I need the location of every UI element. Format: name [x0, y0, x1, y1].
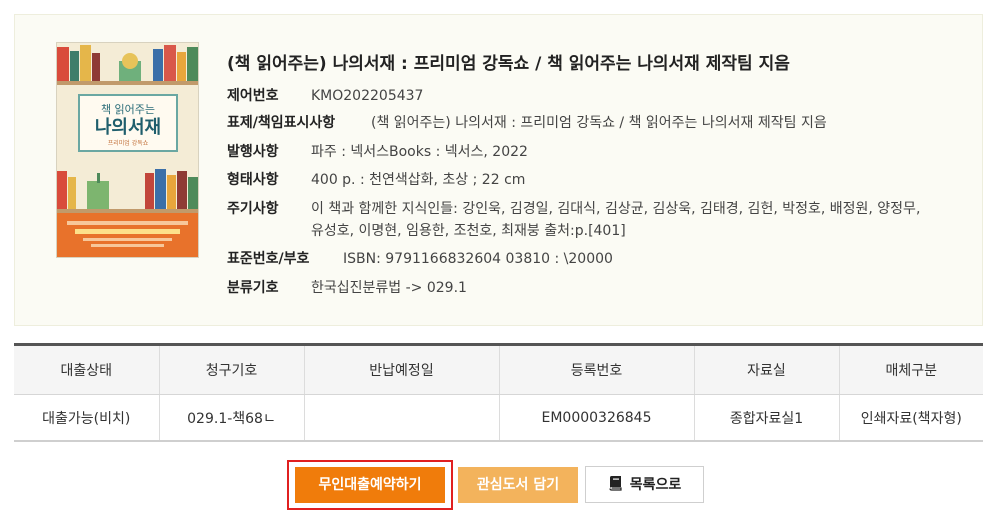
- field-label: 표준번호/부호: [227, 251, 310, 267]
- column-header-registration-number: 등록번호: [498, 343, 694, 395]
- cell-location: 종합자료실1: [693, 394, 839, 442]
- add-to-interest-list-button[interactable]: 관심도서 담기: [458, 467, 578, 503]
- unmanned-loan-reservation-button[interactable]: 무인대출예약하기: [295, 467, 445, 503]
- cell-registration-number: EM0000326845: [498, 394, 694, 442]
- field-physical-description: 형태사항 400 p. : 천연색삽화, 초상 ; 22 cm: [227, 169, 525, 191]
- action-buttons: 무인대출예약하기 관심도서 담기 목록으로: [0, 458, 997, 518]
- field-label: 주기사항: [227, 201, 279, 217]
- field-value: 한국십진분류법 -> 029.1: [311, 280, 467, 296]
- field-value: 이 책과 함께한 지식인들: 강인욱, 김경일, 김대식, 김상균, 김상욱, …: [311, 201, 921, 239]
- cell-media-type: 인쇄자료(책자형): [838, 394, 983, 442]
- book-cover-image: 책 읽어주는 나의서재 프리미엄 강독쇼: [56, 42, 199, 258]
- field-standard-number: 표준번호/부호 ISBN: 9791166832604 03810 : \2000…: [227, 248, 613, 270]
- field-title-statement: 표제/책임표시사항 (책 읽어주는) 나의서재 : 프리미엄 강독쇼 / 책 읽어…: [227, 112, 827, 134]
- field-value: ISBN: 9791166832604 03810 : \20000: [343, 251, 613, 267]
- field-value: KMO202205437: [311, 88, 424, 104]
- holdings-table: 대출상태 청구기호 반납예정일 등록번호 자료실 매체구분 대출가능(비치) 0…: [14, 343, 983, 442]
- field-label: 발행사항: [227, 144, 279, 160]
- cover-subtitle: 프리미엄 강독쇼: [108, 139, 149, 147]
- column-header-call-number: 청구기호: [158, 343, 304, 395]
- field-publication: 발행사항 파주 : 넥서스Books : 넥서스, 2022: [227, 141, 528, 163]
- field-control-number: 제어번호 KMO202205437: [227, 85, 423, 107]
- field-value: (책 읽어주는) 나의서재 : 프리미엄 강독쇼 / 책 읽어주는 나의서재 제…: [371, 115, 827, 131]
- column-header-location: 자료실: [693, 343, 839, 395]
- back-to-list-button[interactable]: 목록으로: [585, 466, 704, 503]
- column-header-due-date: 반납예정일: [303, 343, 499, 395]
- field-label: 분류기호: [227, 280, 279, 296]
- field-label: 형태사항: [227, 172, 279, 188]
- book-icon: [608, 469, 624, 505]
- cover-title-big: 나의서재: [95, 117, 161, 138]
- column-header-loan-status: 대출상태: [14, 343, 159, 395]
- cell-call-number: 029.1-책68ㄴ: [158, 394, 304, 442]
- field-label: 제어번호: [227, 88, 279, 104]
- field-notes: 주기사항 이 책과 함께한 지식인들: 강인욱, 김경일, 김대식, 김상균, 김…: [227, 198, 927, 242]
- table-row: 대출가능(비치) 029.1-책68ㄴ EM0000326845 종합자료실1 …: [14, 394, 983, 442]
- record-title: (책 읽어주는) 나의서재 : 프리미엄 강독쇼 / 책 읽어주는 나의서재 제…: [227, 54, 790, 74]
- field-classification: 분류기호 한국십진분류법 -> 029.1: [227, 277, 467, 299]
- book-cover-illustration: 책 읽어주는 나의서재 프리미엄 강독쇼: [57, 43, 198, 257]
- back-to-list-label: 목록으로: [629, 477, 682, 493]
- field-label: 표제/책임표시사항: [227, 115, 336, 131]
- cell-loan-status: 대출가능(비치): [14, 394, 159, 442]
- record-info-panel: 책 읽어주는 나의서재 프리미엄 강독쇼 (책 읽어주는) 나의서재 : 프리미…: [14, 14, 983, 326]
- column-header-media-type: 매체구분: [838, 343, 983, 395]
- field-value: 파주 : 넥서스Books : 넥서스, 2022: [311, 144, 528, 160]
- field-value: 400 p. : 천연색삽화, 초상 ; 22 cm: [311, 172, 526, 188]
- cell-due-date: [303, 394, 499, 442]
- cover-title-small: 책 읽어주는: [101, 103, 155, 116]
- holdings-header-row: 대출상태 청구기호 반납예정일 등록번호 자료실 매체구분: [14, 343, 983, 395]
